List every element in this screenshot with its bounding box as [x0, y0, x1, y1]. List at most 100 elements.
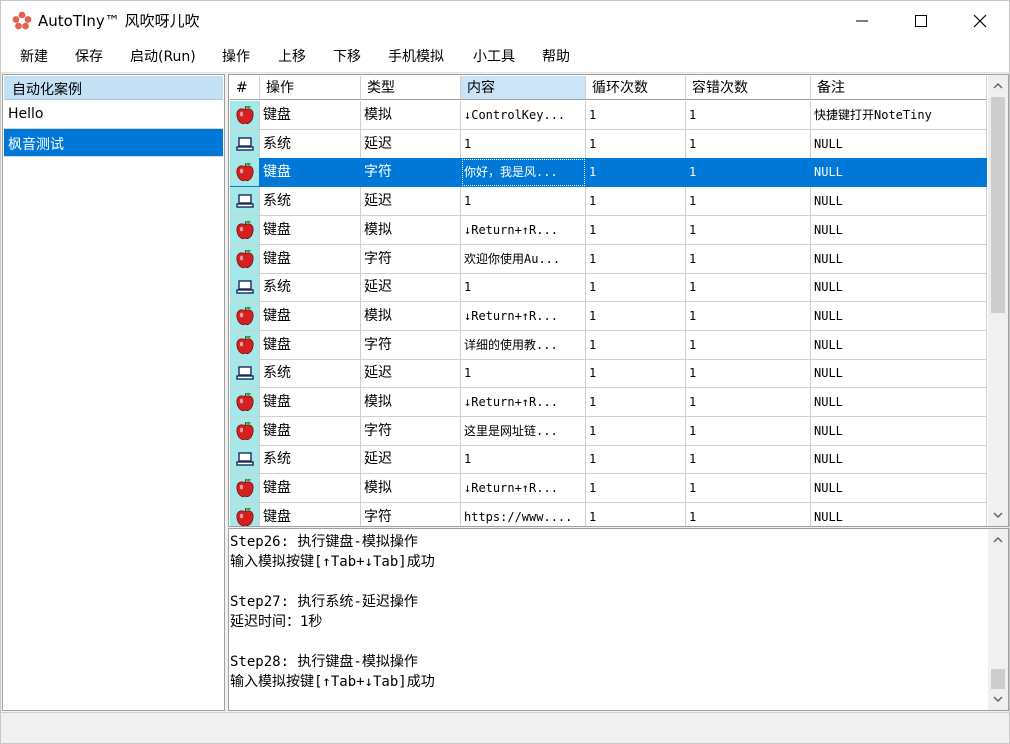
loop-count-cell[interactable]: 1	[586, 474, 686, 504]
operation-cell[interactable]: 系统	[260, 445, 361, 475]
note-cell[interactable]: NULL	[811, 187, 987, 217]
content-cell[interactable]: ↓ControlKey...	[461, 101, 586, 130]
content-cell[interactable]: ↓Return+↑R...	[461, 474, 586, 504]
retry-count-cell[interactable]: 1	[686, 273, 811, 303]
scroll-down-button[interactable]	[988, 688, 1008, 710]
retry-count-cell[interactable]: 1	[686, 388, 811, 417]
note-cell[interactable]: NULL	[811, 273, 987, 303]
loop-count-cell[interactable]: 1	[586, 301, 686, 331]
column-header-loop-count[interactable]: 循环次数	[586, 76, 686, 100]
content-cell[interactable]: 1	[461, 129, 586, 159]
retry-count-cell[interactable]: 1	[686, 330, 811, 360]
content-cell[interactable]: ↓Return+↑R...	[461, 388, 586, 417]
loop-count-cell[interactable]: 1	[586, 388, 686, 417]
row-icon-cell[interactable]	[230, 445, 260, 475]
loop-count-cell[interactable]: 1	[586, 244, 686, 274]
operation-cell[interactable]: 系统	[260, 359, 361, 389]
operation-cell[interactable]: 键盘	[260, 101, 361, 130]
menu-operation[interactable]: 操作	[222, 48, 250, 66]
row-icon-cell[interactable]	[230, 301, 260, 331]
operation-cell[interactable]: 键盘	[260, 215, 361, 245]
title-bar[interactable]: AutoTIny™ 风吹呀儿吹	[1, 1, 1009, 41]
type-cell[interactable]: 字符	[361, 158, 461, 188]
note-cell[interactable]: NULL	[811, 416, 987, 446]
operation-cell[interactable]: 键盘	[260, 301, 361, 331]
scroll-down-button[interactable]	[988, 504, 1008, 526]
type-cell[interactable]: 字符	[361, 416, 461, 446]
retry-count-cell[interactable]: 1	[686, 187, 811, 217]
row-icon-cell[interactable]	[230, 158, 260, 188]
operation-cell[interactable]: 键盘	[260, 502, 361, 526]
column-header-note[interactable]: 备注	[811, 76, 987, 100]
row-icon-cell[interactable]	[230, 273, 260, 303]
table-row[interactable]: 键盘 模拟 ↓Return+↑R... 1 1 NULL	[230, 215, 987, 245]
table-row[interactable]: 系统 延迟 1 1 1 NULL	[230, 187, 987, 217]
note-cell[interactable]: NULL	[811, 244, 987, 274]
table-row[interactable]: 键盘 模拟 ↓ControlKey... 1 1 快捷键打开NoteTiny	[230, 101, 987, 130]
content-cell[interactable]: ↓Return+↑R...	[461, 215, 586, 245]
menu-run[interactable]: 启动(Run)	[130, 48, 196, 66]
table-row[interactable]: 键盘 模拟 ↓Return+↑R... 1 1 NULL	[230, 301, 987, 331]
menu-save[interactable]: 保存	[75, 48, 103, 66]
retry-count-cell[interactable]: 1	[686, 244, 811, 274]
row-icon-cell[interactable]	[230, 359, 260, 389]
loop-count-cell[interactable]: 1	[586, 416, 686, 446]
table-row[interactable]: 键盘 模拟 ↓Return+↑R... 1 1 NULL	[230, 388, 987, 417]
table-row[interactable]: 键盘 字符 https://www.... 1 1 NULL	[230, 502, 987, 526]
retry-count-cell[interactable]: 1	[686, 359, 811, 389]
menu-new[interactable]: 新建	[20, 48, 48, 66]
note-cell[interactable]: NULL	[811, 445, 987, 475]
column-header-content[interactable]: 内容	[461, 76, 586, 100]
type-cell[interactable]: 延迟	[361, 129, 461, 159]
content-cell[interactable]: https://www....	[461, 502, 586, 526]
table-row[interactable]: 系统 延迟 1 1 1 NULL	[230, 359, 987, 389]
table-row[interactable]: 键盘 字符 你好，我是风... 1 1 NULL	[230, 158, 987, 188]
operation-cell[interactable]: 键盘	[260, 388, 361, 417]
note-cell[interactable]: NULL	[811, 502, 987, 526]
content-cell[interactable]: 欢迎你使用Au...	[461, 244, 586, 274]
loop-count-cell[interactable]: 1	[586, 330, 686, 360]
maximize-button[interactable]	[892, 1, 950, 41]
content-cell[interactable]: 1	[461, 273, 586, 303]
type-cell[interactable]: 延迟	[361, 445, 461, 475]
note-cell[interactable]: NULL	[811, 388, 987, 417]
operation-cell[interactable]: 键盘	[260, 474, 361, 504]
scroll-thumb[interactable]	[991, 669, 1005, 689]
loop-count-cell[interactable]: 1	[586, 359, 686, 389]
row-icon-cell[interactable]	[230, 244, 260, 274]
operation-cell[interactable]: 键盘	[260, 244, 361, 274]
note-cell[interactable]: NULL	[811, 301, 987, 331]
loop-count-cell[interactable]: 1	[586, 445, 686, 475]
note-cell[interactable]: NULL	[811, 215, 987, 245]
row-icon-cell[interactable]	[230, 474, 260, 504]
row-icon-cell[interactable]	[230, 215, 260, 245]
table-row[interactable]: 键盘 模拟 ↓Return+↑R... 1 1 NULL	[230, 474, 987, 504]
retry-count-cell[interactable]: 1	[686, 158, 811, 188]
note-cell[interactable]: NULL	[811, 359, 987, 389]
type-cell[interactable]: 模拟	[361, 474, 461, 504]
content-cell[interactable]: 详细的使用教...	[461, 330, 586, 360]
retry-count-cell[interactable]: 1	[686, 445, 811, 475]
retry-count-cell[interactable]: 1	[686, 215, 811, 245]
content-cell[interactable]: 这里是网址链...	[461, 416, 586, 446]
operation-cell[interactable]: 键盘	[260, 416, 361, 446]
scroll-thumb[interactable]	[991, 97, 1005, 313]
type-cell[interactable]: 模拟	[361, 301, 461, 331]
type-cell[interactable]: 模拟	[361, 388, 461, 417]
loop-count-cell[interactable]: 1	[586, 158, 686, 188]
close-button[interactable]	[951, 1, 1009, 41]
retry-count-cell[interactable]: 1	[686, 416, 811, 446]
scroll-up-button[interactable]	[988, 529, 1008, 551]
type-cell[interactable]: 延迟	[361, 273, 461, 303]
loop-count-cell[interactable]: 1	[586, 273, 686, 303]
content-cell[interactable]: 你好，我是风...	[461, 158, 586, 188]
row-icon-cell[interactable]	[230, 101, 260, 130]
retry-count-cell[interactable]: 1	[686, 301, 811, 331]
log-vertical-scrollbar[interactable]	[988, 529, 1008, 710]
content-cell[interactable]: 1	[461, 445, 586, 475]
type-cell[interactable]: 字符	[361, 330, 461, 360]
operation-cell[interactable]: 系统	[260, 129, 361, 159]
note-cell[interactable]: NULL	[811, 330, 987, 360]
case-item-hello[interactable]: Hello	[4, 101, 223, 129]
loop-count-cell[interactable]: 1	[586, 187, 686, 217]
